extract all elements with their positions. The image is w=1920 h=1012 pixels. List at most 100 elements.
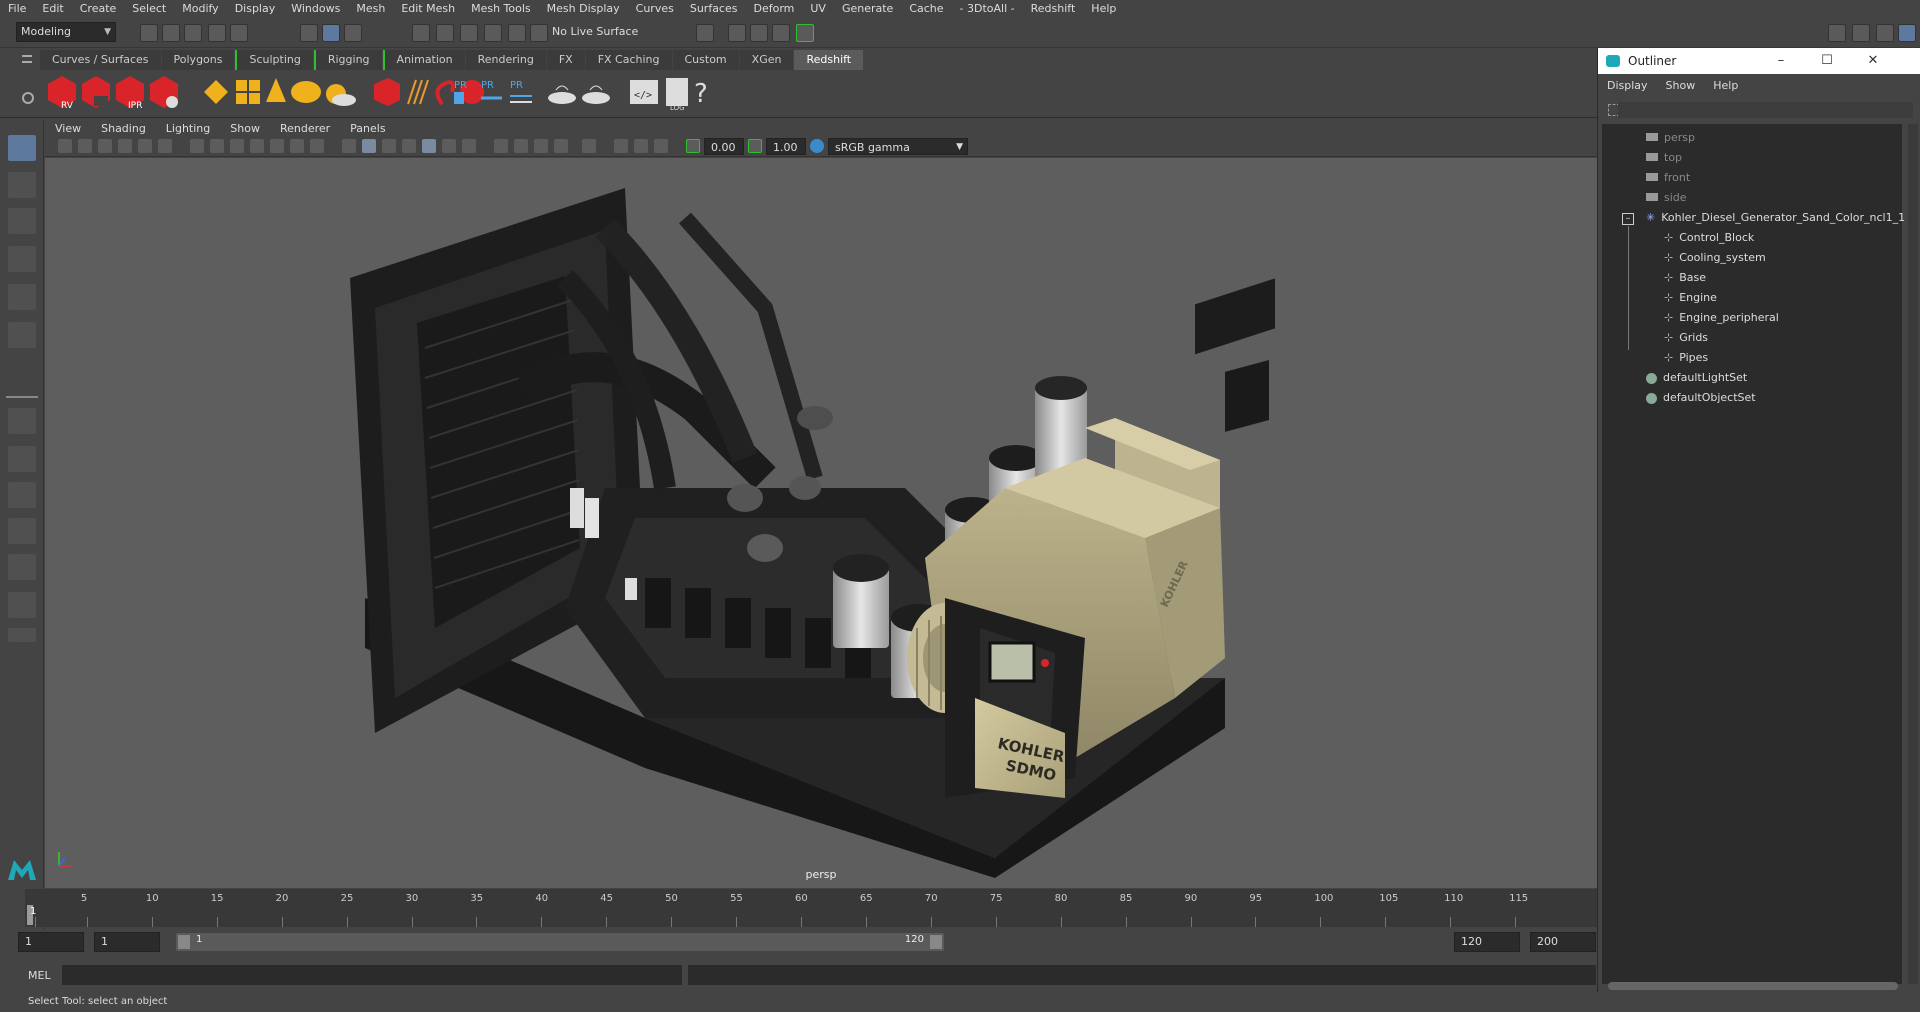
- outliner-horizontal-scrollbar[interactable]: [1608, 982, 1898, 990]
- menu-generate[interactable]: Generate: [834, 0, 901, 18]
- vp-menu-renderer[interactable]: Renderer: [270, 122, 340, 135]
- rs-render-snapshot-icon[interactable]: [82, 76, 110, 108]
- xray-icon[interactable]: [614, 139, 628, 153]
- exposure-field[interactable]: 0.00: [704, 138, 744, 155]
- xray-components-icon[interactable]: [654, 139, 668, 153]
- menu-display[interactable]: Display: [227, 0, 284, 18]
- rs-spot-light-icon[interactable]: [266, 78, 286, 102]
- playback-start-field[interactable]: 1: [94, 932, 160, 952]
- motion-blur-icon[interactable]: [514, 139, 528, 153]
- render-view-icon[interactable]: [796, 24, 814, 42]
- tree-item-engine-peripheral[interactable]: ⊹ Engine_peripheral: [1664, 308, 1779, 328]
- rs-help-icon[interactable]: ?: [694, 79, 708, 109]
- tree-item-default-light-set[interactable]: defaultLightSet: [1646, 368, 1747, 388]
- textured-icon[interactable]: [422, 139, 436, 153]
- isolate-select-icon[interactable]: [582, 139, 596, 153]
- menu-file[interactable]: File: [0, 0, 34, 18]
- grid-toggle-icon[interactable]: [190, 139, 204, 153]
- tab-fx-caching[interactable]: FX Caching: [585, 50, 672, 70]
- tree-item-default-object-set[interactable]: defaultObjectSet: [1646, 388, 1756, 408]
- snap-grid-icon[interactable]: [412, 24, 430, 42]
- tree-item-grids[interactable]: ⊹ Grids: [1664, 328, 1708, 348]
- tree-item-control-block[interactable]: ⊹ Control_Block: [1664, 228, 1754, 248]
- layout-options-icon[interactable]: [8, 628, 36, 642]
- attribute-editor-icon[interactable]: [1876, 24, 1894, 42]
- film-gate-icon[interactable]: [210, 139, 224, 153]
- range-end-handle[interactable]: [930, 935, 942, 949]
- command-input[interactable]: [62, 965, 682, 985]
- snap-surface-icon[interactable]: [508, 24, 526, 42]
- rs-code-icon[interactable]: </>: [630, 80, 658, 104]
- persp-outliner-layout-icon[interactable]: [8, 482, 36, 508]
- menu-edit-mesh[interactable]: Edit Mesh: [393, 0, 463, 18]
- rs-render-settings-icon[interactable]: [150, 76, 178, 108]
- persp-uv-layout-icon[interactable]: [8, 592, 36, 618]
- maximize-button[interactable]: ☐: [1804, 48, 1850, 74]
- snap-point-icon[interactable]: [460, 24, 478, 42]
- live-surface-field[interactable]: No Live Surface: [552, 22, 652, 42]
- outliner-menu-display[interactable]: Display: [1598, 79, 1657, 92]
- lasso-tool-icon[interactable]: [8, 172, 36, 198]
- snap-curve-icon[interactable]: [436, 24, 454, 42]
- undo-icon[interactable]: [208, 24, 226, 42]
- paint-select-tool-icon[interactable]: [8, 208, 36, 234]
- xray-joints-icon[interactable]: [634, 139, 648, 153]
- playback-end-field[interactable]: 120: [1454, 932, 1520, 952]
- tab-redshift[interactable]: Redshift: [794, 50, 864, 70]
- shadows-icon[interactable]: [462, 139, 476, 153]
- time-slider[interactable]: 5 10 15 20 25 30 35 40 45 50 55 60 65 70 75 80 85 90 95 100…: [25, 889, 1597, 927]
- collapse-toggle[interactable]: –: [1622, 213, 1634, 225]
- rs-object-id-icon[interactable]: [435, 80, 455, 106]
- ipr-render-icon[interactable]: [728, 24, 746, 42]
- snap-view-icon[interactable]: [484, 24, 502, 42]
- select-hierarchy-icon[interactable]: [300, 24, 318, 42]
- open-scene-icon[interactable]: [162, 24, 180, 42]
- view-transform-dropdown[interactable]: sRGB gamma ▼: [828, 138, 968, 155]
- tree-item-top[interactable]: top: [1646, 148, 1682, 168]
- default-material-icon[interactable]: [382, 139, 396, 153]
- use-all-lights-icon[interactable]: [442, 139, 456, 153]
- vp-menu-panels[interactable]: Panels: [340, 122, 395, 135]
- minimize-button[interactable]: –: [1758, 48, 1804, 74]
- color-management-icon[interactable]: [810, 139, 824, 153]
- tab-curves-surfaces[interactable]: Curves / Surfaces: [40, 50, 161, 70]
- anti-aliasing-icon[interactable]: [534, 139, 548, 153]
- tree-item-engine[interactable]: ⊹ Engine: [1664, 288, 1717, 308]
- gamma-icon[interactable]: [748, 139, 762, 153]
- menu-modify[interactable]: Modify: [174, 0, 226, 18]
- rs-pr-export-icon[interactable]: PR: [481, 80, 502, 100]
- tab-animation[interactable]: Animation: [382, 50, 465, 70]
- move-tool-icon[interactable]: [8, 246, 36, 272]
- rs-volume-icon[interactable]: [548, 85, 576, 104]
- select-tool-icon[interactable]: [8, 135, 36, 161]
- gamma-field[interactable]: 1.00: [766, 138, 806, 155]
- rs-render-view-icon[interactable]: RV: [48, 76, 76, 111]
- tree-item-pipes[interactable]: ⊹ Pipes: [1664, 348, 1708, 368]
- rs-ipr-icon[interactable]: IPR: [116, 76, 144, 111]
- ambient-occlusion-icon[interactable]: [494, 139, 508, 153]
- tab-rendering[interactable]: Rendering: [465, 50, 546, 70]
- tree-item-root-group[interactable]: ✳ Kohler_Diesel_Generator_Sand_Color_ncl1…: [1646, 208, 1905, 228]
- menu-help[interactable]: Help: [1083, 0, 1124, 18]
- menu-mesh[interactable]: Mesh: [348, 0, 393, 18]
- safe-title-icon[interactable]: [310, 139, 324, 153]
- menu-set-dropdown[interactable]: Modeling ▼: [16, 22, 116, 42]
- field-chart-icon[interactable]: [270, 139, 284, 153]
- gate-mask-icon[interactable]: [250, 139, 264, 153]
- scene-start-field[interactable]: 1: [18, 932, 84, 952]
- two-d-pan-icon[interactable]: [138, 139, 152, 153]
- menu-uv[interactable]: UV: [802, 0, 834, 18]
- menu-windows[interactable]: Windows: [283, 0, 348, 18]
- render-settings-icon[interactable]: [750, 24, 768, 42]
- scale-tool-icon[interactable]: [8, 322, 36, 348]
- tab-sculpting[interactable]: Sculpting: [235, 50, 313, 70]
- tree-item-base[interactable]: ⊹ Base: [1664, 268, 1706, 288]
- render-frame-icon[interactable]: [696, 24, 714, 42]
- rs-portal-light-icon[interactable]: [236, 80, 260, 104]
- redo-icon[interactable]: [230, 24, 248, 42]
- shelf-settings-gear-icon[interactable]: [22, 92, 34, 104]
- close-button[interactable]: ✕: [1850, 48, 1896, 74]
- rs-hair-icon[interactable]: [407, 79, 429, 105]
- tab-rigging[interactable]: Rigging: [313, 50, 382, 70]
- tab-custom[interactable]: Custom: [672, 50, 739, 70]
